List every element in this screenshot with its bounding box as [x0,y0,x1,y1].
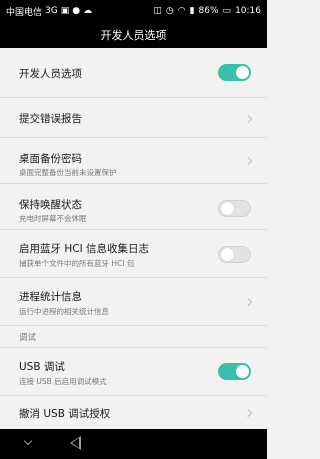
usb-debugging-subtitle: 连接 USB 后启用调试模式 [19,377,107,386]
toggle-knob [221,202,234,215]
developer-options-row[interactable]: 开发人员选项 [0,48,267,98]
section-header-debug: 调试 [0,326,267,348]
signal-icon: ▮ [189,5,195,16]
backup-password-row[interactable]: 桌面备份密码 桌面完整备份当前未设置保护 [0,138,267,184]
bug-report-row[interactable]: 提交错误报告 [0,98,267,138]
battery-percent: 86% [198,6,219,16]
backup-password-subtitle: 桌面完整备份当前未设置保护 [19,168,117,177]
back-icon[interactable] [70,436,81,450]
toggle-knob [221,248,234,261]
developer-options-title: 开发人员选项 [19,68,82,80]
hci-log-subtitle: 捕获单个文件中的所有蓝牙 HCI 包 [19,259,135,268]
section-label: 调试 [19,333,37,343]
hci-log-toggle[interactable] [218,246,251,263]
usb-debugging-row[interactable]: USB 调试 连接 USB 后启用调试模式 [0,348,267,396]
process-stats-title: 进程统计信息 [19,291,82,303]
chevron-right-icon [243,297,253,307]
wifi-icon: ◠ [177,5,186,16]
revoke-usb-title: 撤消 USB 调试授权 [19,408,111,420]
developer-options-toggle[interactable] [218,64,251,81]
revoke-usb-row[interactable]: 撤消 USB 调试授权 [0,396,267,429]
navigation-bar [0,429,267,459]
alarm-icon: ◷ [165,5,174,16]
stay-awake-toggle[interactable] [218,200,251,217]
usb-debugging-toggle[interactable] [218,363,251,380]
network-type: 3G [45,6,58,16]
battery-icon: ▭ [222,5,232,16]
stay-awake-title: 保持唤醒状态 [19,199,82,211]
clock: 10:16 [235,6,261,16]
hci-log-title: 启用蓝牙 HCI 信息收集日志 [19,243,149,255]
process-stats-subtitle: 运行中进程的相关统计信息 [19,307,109,316]
usb-debugging-title: USB 调试 [19,361,65,373]
status-bar: 中国电信 3G ▣ ● ☁ ◫ ◷ ◠ ▮ 86% ▭ 10:16 [0,0,267,22]
toggle-knob [236,66,249,79]
chevron-right-icon [243,408,253,418]
toggle-knob [236,365,249,378]
chevron-right-icon [243,114,253,124]
image-icon: ▣ [60,5,70,16]
hide-keyboard-icon[interactable] [23,436,33,446]
carrier-label: 中国电信 [6,7,43,18]
app-bar: 开发人员选项 [0,22,267,48]
notification-icon: ● [72,5,81,16]
vibrate-icon: ◫ [153,5,162,16]
hci-log-row[interactable]: 启用蓝牙 HCI 信息收集日志 捕获单个文件中的所有蓝牙 HCI 包 [0,230,267,278]
stay-awake-subtitle: 充电时屏幕不会休眠 [19,214,87,223]
backup-password-title: 桌面备份密码 [19,153,82,165]
bug-report-title: 提交错误报告 [19,113,82,125]
process-stats-row[interactable]: 进程统计信息 运行中进程的相关统计信息 [0,278,267,326]
chevron-right-icon [243,156,253,166]
page-title: 开发人员选项 [100,29,167,42]
stay-awake-row[interactable]: 保持唤醒状态 充电时屏幕不会休眠 [0,184,267,230]
cloud-icon: ☁ [83,5,93,16]
